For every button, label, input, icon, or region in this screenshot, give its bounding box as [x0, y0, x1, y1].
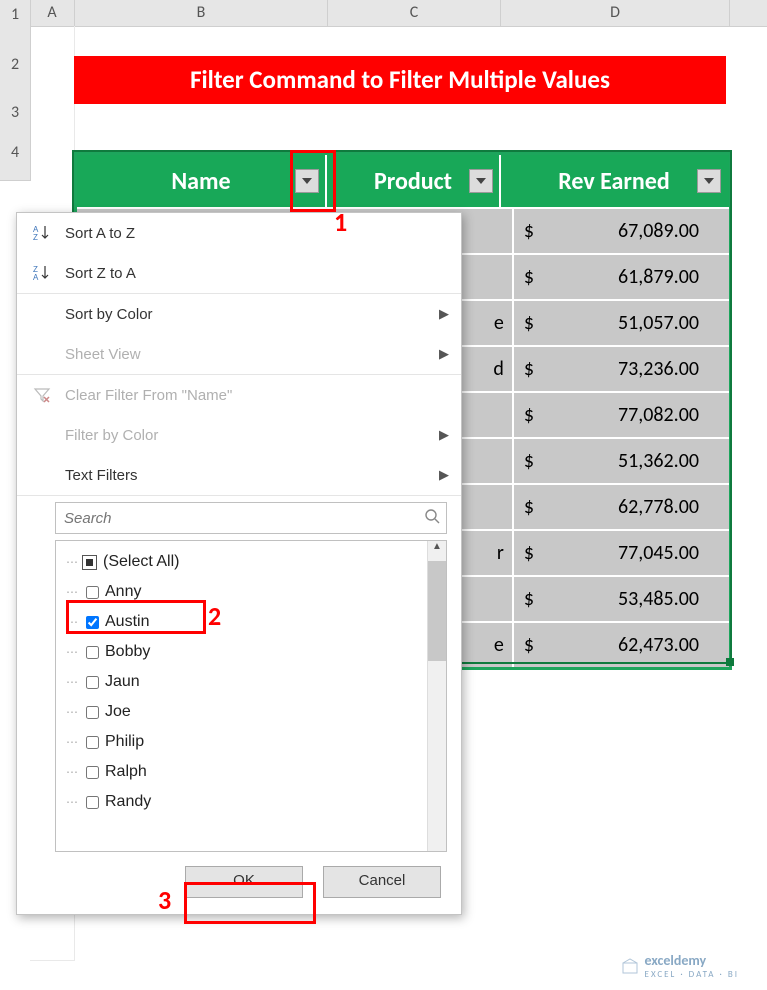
filter-dropdown-product[interactable] — [469, 169, 493, 193]
filter-item-label: Bobby — [105, 643, 150, 661]
checkbox[interactable] — [86, 616, 99, 629]
filter-item-label: Randy — [105, 793, 151, 811]
menu-text-filters-label: Text Filters — [65, 467, 439, 484]
column-header-row: A B C D — [0, 0, 767, 27]
page-title: Filter Command to Filter Multiple Values — [74, 56, 726, 104]
checkbox[interactable] — [86, 646, 99, 659]
header-product-label: Product — [374, 167, 452, 196]
scroll-thumb[interactable] — [428, 561, 446, 661]
checkbox[interactable] — [86, 676, 99, 689]
col-header-D[interactable]: D — [501, 0, 730, 26]
sort-desc-icon: ZA — [29, 260, 55, 286]
search-icon — [424, 508, 440, 528]
checkbox[interactable] — [86, 736, 99, 749]
chevron-right-icon: ▶ — [439, 467, 449, 483]
svg-text:A: A — [33, 273, 39, 282]
checkbox[interactable] — [86, 706, 99, 719]
watermark-brand: exceldemy — [645, 952, 739, 969]
menu-clear-filter: Clear Filter From "Name" — [17, 375, 461, 415]
svg-text:Z: Z — [33, 233, 38, 242]
menu-sheet-view-label: Sheet View — [65, 346, 439, 363]
row-header-2[interactable]: 2 — [0, 30, 31, 101]
menu-sort-z-a[interactable]: ZA Sort Z to A — [17, 253, 461, 294]
header-rev: Rev Earned — [501, 155, 727, 207]
header-name: Name — [77, 155, 327, 207]
filter-item[interactable]: ⋯Anny — [66, 577, 446, 607]
filter-item[interactable]: ⋯Jaun — [66, 667, 446, 697]
filter-menu: AZ Sort A to Z ZA Sort Z to A Sort by Co… — [16, 212, 462, 915]
filter-item-label: Anny — [105, 583, 141, 601]
filter-search-box[interactable] — [55, 502, 447, 534]
menu-sort-z-a-label: Sort Z to A — [65, 265, 449, 282]
menu-sheet-view: Sheet View ▶ — [17, 334, 461, 375]
filter-item[interactable]: ⋯Joe — [66, 697, 446, 727]
filter-search-input[interactable] — [62, 509, 424, 528]
filter-item[interactable]: ⋯Philip — [66, 727, 446, 757]
filter-item-austin[interactable]: ⋯Austin — [66, 607, 446, 637]
blank-icon — [29, 462, 55, 488]
filter-item[interactable]: ⋯Randy — [66, 787, 446, 817]
chevron-right-icon: ▶ — [439, 427, 449, 443]
chevron-right-icon: ▶ — [439, 346, 449, 362]
col-header-A[interactable]: A — [30, 0, 75, 26]
filter-item-label: Jaun — [105, 673, 140, 691]
clear-filter-icon — [29, 382, 55, 408]
header-rev-label: Rev Earned — [558, 167, 670, 196]
filter-dropdown-rev[interactable] — [697, 169, 721, 193]
chevron-down-icon — [704, 178, 714, 184]
chevron-down-icon — [476, 178, 486, 184]
header-product: Product — [327, 155, 501, 207]
watermark: exceldemy EXCEL · DATA · BI — [621, 952, 739, 980]
menu-sort-a-z-label: Sort A to Z — [65, 225, 449, 242]
scrollbar[interactable]: ▲ — [427, 541, 446, 851]
col-header-C[interactable]: C — [328, 0, 501, 26]
chevron-right-icon: ▶ — [439, 306, 449, 322]
scroll-up-icon[interactable]: ▲ — [428, 541, 446, 561]
filter-item[interactable]: ⋯Ralph — [66, 757, 446, 787]
cancel-button[interactable]: Cancel — [323, 866, 441, 898]
filter-buttons: OK Cancel — [17, 852, 461, 904]
chevron-down-icon — [302, 178, 312, 184]
filter-item[interactable]: ⋯Bobby — [66, 637, 446, 667]
row-header-1[interactable]: 1 — [0, 0, 31, 31]
blank-icon — [29, 341, 55, 367]
filter-item-label: (Select All) — [103, 553, 179, 571]
checkbox[interactable] — [86, 796, 99, 809]
menu-clear-filter-label: Clear Filter From "Name" — [65, 387, 449, 404]
table-header: Name Product Rev Earned — [77, 155, 729, 207]
blank-icon — [29, 301, 55, 327]
sort-asc-icon: AZ — [29, 220, 55, 246]
menu-sort-by-color-label: Sort by Color — [65, 306, 439, 323]
menu-filter-by-color: Filter by Color ▶ — [17, 415, 461, 455]
header-name-label: Name — [171, 167, 230, 196]
blank-icon — [29, 422, 55, 448]
menu-sort-a-z[interactable]: AZ Sort A to Z — [17, 213, 461, 253]
filter-item-label: Austin — [105, 613, 149, 631]
menu-text-filters[interactable]: Text Filters ▶ — [17, 455, 461, 496]
filter-item-label: Ralph — [105, 763, 147, 781]
filter-item-select-all[interactable]: ⋯ (Select All) — [66, 547, 446, 577]
filter-values-list: ⋯ (Select All) ⋯Anny ⋯Austin ⋯Bobby ⋯Jau… — [55, 540, 447, 852]
menu-filter-by-color-label: Filter by Color — [65, 427, 439, 444]
filter-dropdown-name[interactable] — [295, 169, 319, 193]
logo-icon — [621, 957, 639, 975]
col-header-B[interactable]: B — [75, 0, 328, 26]
menu-sort-by-color[interactable]: Sort by Color ▶ — [17, 294, 461, 334]
filter-item-label: Philip — [105, 733, 144, 751]
checkbox-indeterminate-icon[interactable] — [82, 555, 97, 570]
ok-button[interactable]: OK — [185, 866, 303, 898]
checkbox[interactable] — [86, 586, 99, 599]
checkbox[interactable] — [86, 766, 99, 779]
row-header-3[interactable]: 3 — [0, 100, 31, 127]
watermark-sub: EXCEL · DATA · BI — [645, 969, 739, 980]
row-header-4[interactable]: 4 — [0, 126, 31, 181]
filter-item-label: Joe — [105, 703, 131, 721]
